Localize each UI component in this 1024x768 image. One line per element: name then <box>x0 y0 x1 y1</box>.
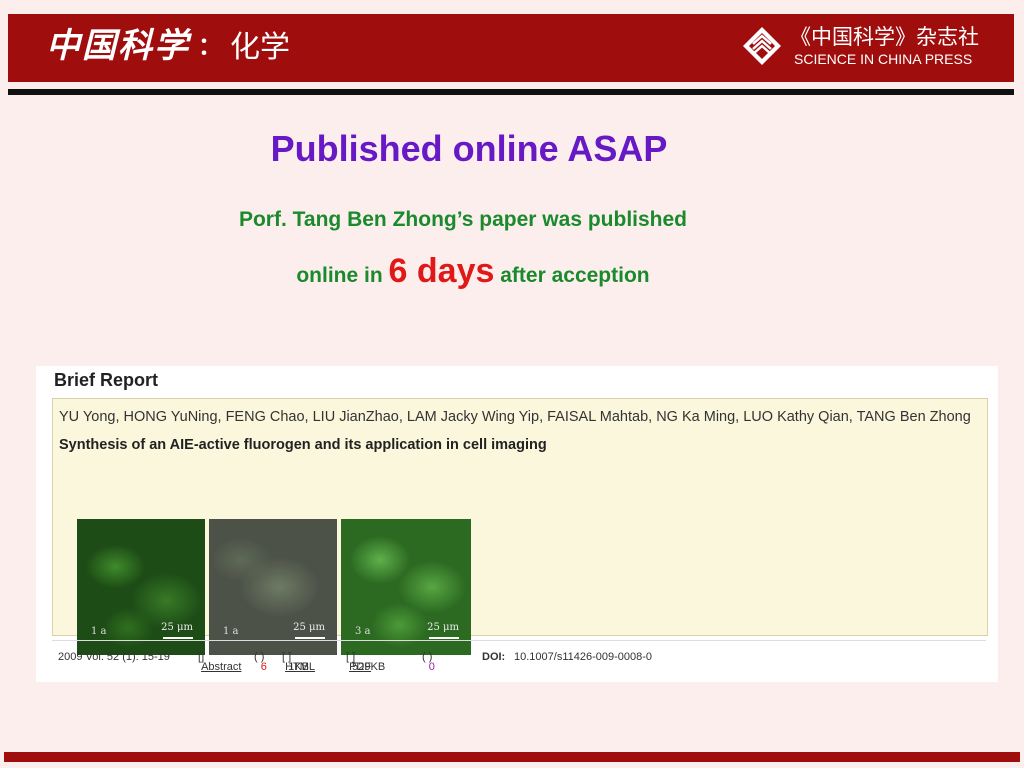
press-name-cn: 《中国科学》杂志社 <box>790 25 979 49</box>
report-paper-title: Synthesis of an AIE-active fluorogen and… <box>59 437 547 453</box>
scale-label: 25 μm <box>427 622 459 633</box>
footer-bar <box>4 752 1020 762</box>
subtitle-suffix: after acception <box>500 264 650 287</box>
brief-report-screenshot: Brief Report YU Yong, HONG YuNing, FENG … <box>36 366 998 682</box>
scale-bar <box>429 637 459 639</box>
header-divider <box>8 89 1014 95</box>
diamond-logo-icon <box>743 27 781 65</box>
brand-title: 中国科学 <box>46 26 190 66</box>
days-highlight: 6 days <box>388 252 495 290</box>
html-size: 1KB <box>288 661 309 673</box>
cell-image-2: 1 a 25 μm <box>209 519 337 655</box>
subtitle-line-2: online in 6 days after acception <box>0 252 946 291</box>
cell-image-1: 1 a 25 μm <box>77 519 205 655</box>
scale-label: 25 μm <box>293 622 325 633</box>
cell-image-3: 3 a 25 μm <box>341 519 471 655</box>
scale-label: 25 μm <box>161 622 193 633</box>
subtitle-prefix: online in <box>296 264 383 287</box>
cell-image-label: 3 a <box>355 626 371 637</box>
abstract-count: 6 <box>260 661 267 673</box>
report-heading: Brief Report <box>54 370 159 390</box>
report-footer: 2009 Vol. 52 (1): 15-19 [Abstract] ( 6 )… <box>52 640 986 673</box>
pdf-count: 0 <box>428 661 435 673</box>
brand-separator: ： <box>198 33 222 60</box>
abstract-link[interactable]: Abstract <box>201 661 241 673</box>
page-title: Published online ASAP <box>270 128 668 169</box>
report-authors: YU Yong, HONG YuNing, FENG Chao, LIU Jia… <box>59 409 971 425</box>
report-entry: YU Yong, HONG YuNing, FENG Chao, LIU Jia… <box>52 398 988 655</box>
subtitle-line-1: Porf. Tang Ben Zhong’s paper was publish… <box>238 208 688 231</box>
scale-bar <box>163 637 193 639</box>
citation-text: 2009 Vol. 52 (1): 15-19 <box>58 651 170 663</box>
doi-label: DOI: <box>482 651 506 663</box>
brand-subject: 化学 <box>230 30 290 65</box>
cell-image-label: 1 a <box>91 626 107 637</box>
press-name-en: SCIENCE IN CHINA PRESS <box>794 51 973 67</box>
cell-image-label: 1 a <box>223 626 239 637</box>
pdf-size: 529KB <box>352 661 386 673</box>
scale-bar <box>295 637 325 639</box>
doi-value: 10.1007/s11426-009-0008-0 <box>514 651 653 663</box>
